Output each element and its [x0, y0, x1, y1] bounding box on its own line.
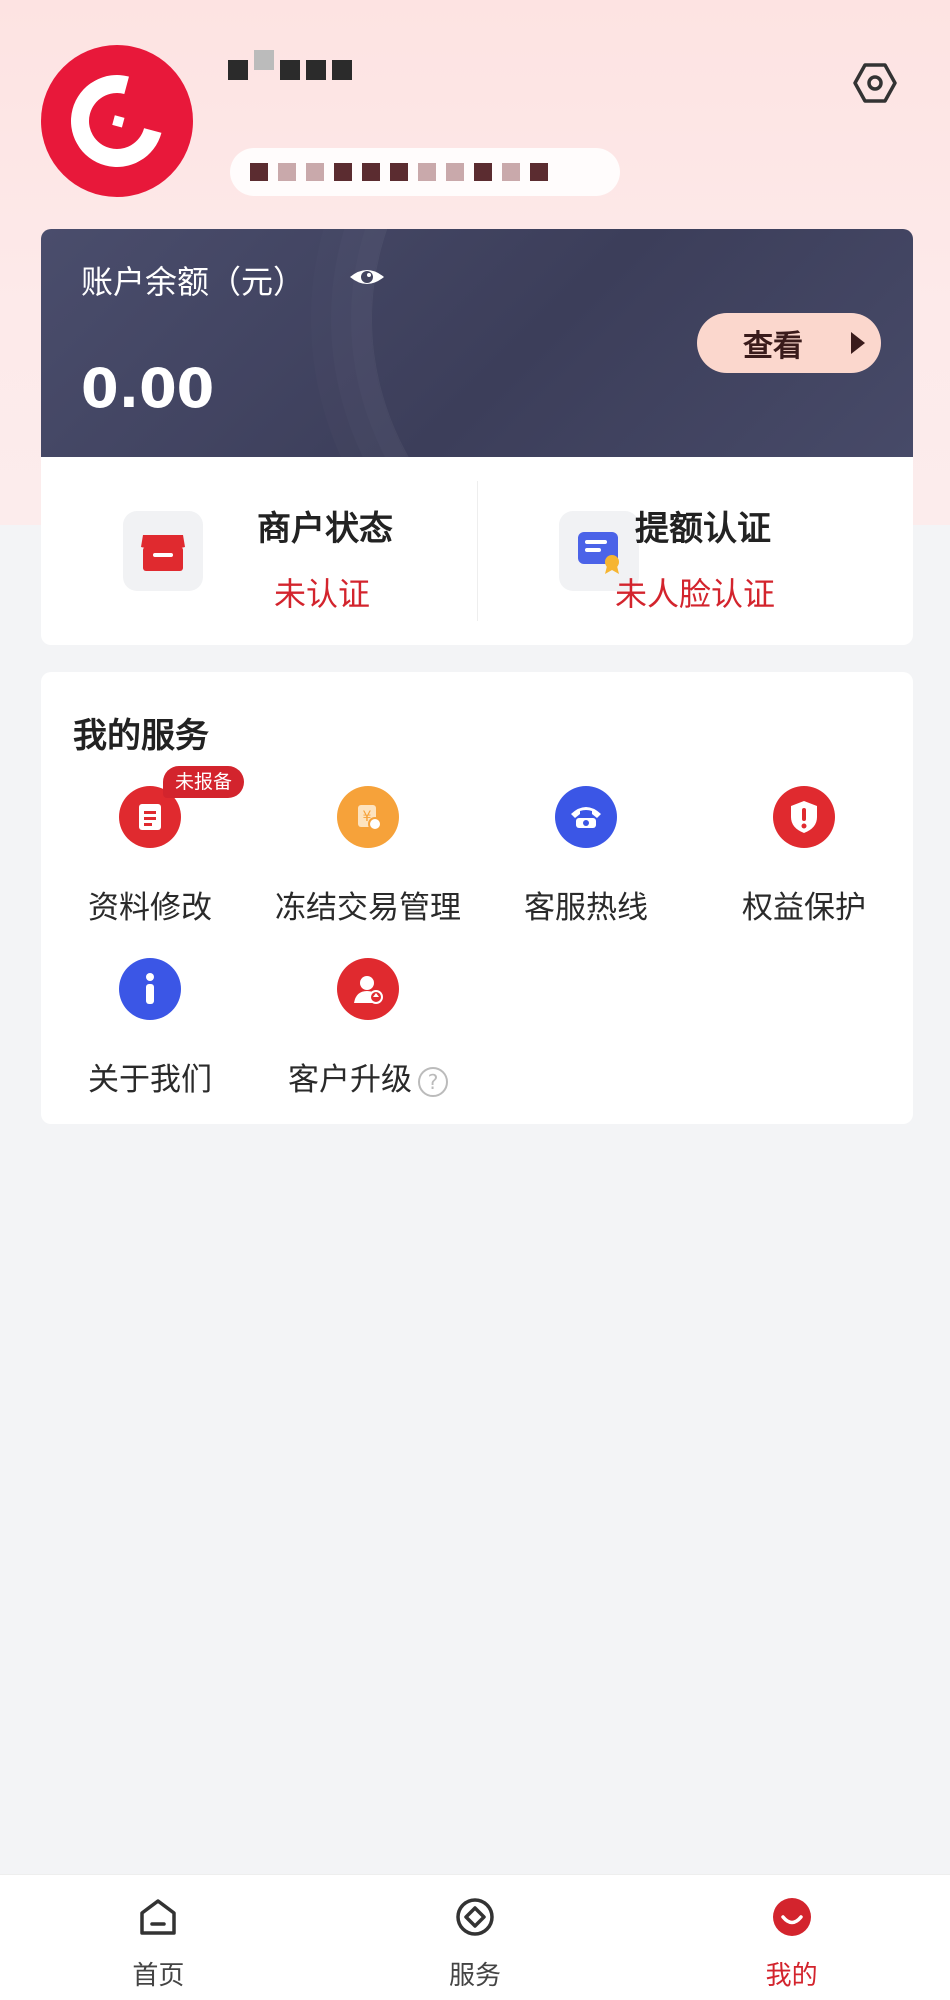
nav-services[interactable]: 服务	[317, 1875, 634, 2000]
service-frozen-transactions[interactable]: ¥ 冻结交易管理	[259, 786, 477, 936]
service-label: 资料修改	[88, 890, 212, 926]
service-label: 关于我们	[88, 1062, 212, 1098]
phone-icon	[555, 786, 617, 848]
merchant-status-title: 商户状态	[257, 509, 393, 549]
service-label: 客服热线	[524, 890, 648, 926]
status-card: 商户状态 未认证 提额认证 未人脸认证	[41, 457, 913, 645]
play-arrow-icon	[851, 332, 865, 354]
bottom-navigation: 首页 服务 我的	[0, 1874, 950, 2000]
nav-services-label: 服务	[449, 1961, 502, 1991]
masked-username	[228, 50, 352, 90]
info-icon	[119, 958, 181, 1020]
service-profile-edit[interactable]: 未报备 资料修改	[41, 766, 259, 936]
user-upgrade-icon	[337, 958, 399, 1020]
nav-mine-label: 我的	[765, 1961, 818, 1991]
limit-certification-value: 未人脸认证	[615, 575, 776, 613]
settings-hex-icon[interactable]	[850, 58, 900, 108]
unreported-badge: 未报备	[163, 766, 245, 798]
avatar[interactable]	[41, 45, 193, 197]
view-button-label: 查看	[743, 329, 803, 364]
eye-icon[interactable]	[347, 257, 387, 297]
merchant-status-value: 未认证	[274, 575, 371, 613]
frozen-yuan-icon: ¥	[337, 786, 399, 848]
services-title: 我的服务	[73, 716, 209, 756]
service-rights-protection[interactable]: 权益保护	[695, 786, 913, 936]
view-balance-button[interactable]: 查看	[697, 313, 881, 373]
service-hotline[interactable]: 客服热线	[477, 786, 695, 936]
nav-home[interactable]: 首页	[0, 1875, 317, 2000]
smile-user-icon	[770, 1895, 814, 1939]
question-help-icon[interactable]: ?	[418, 1066, 448, 1097]
nav-home-label: 首页	[132, 1961, 185, 1991]
nav-mine[interactable]: 我的	[633, 1875, 950, 2000]
balance-label: 账户余额（元）	[81, 263, 306, 301]
shield-alert-icon	[773, 786, 835, 848]
service-customer-upgrade[interactable]: 客户升级?	[259, 958, 477, 1108]
home-icon	[136, 1895, 180, 1939]
my-services-card: 我的服务 未报备 资料修改 ¥ 冻结交易管理 客服热线 权益保护 关于我们 客户…	[41, 672, 913, 1124]
balance-amount: 0.00	[81, 357, 215, 420]
balance-card: 账户余额（元） 0.00 查看	[41, 229, 913, 457]
limit-certification[interactable]: 提额认证 未人脸认证	[477, 457, 913, 645]
service-label: 冻结交易管理	[275, 890, 461, 926]
service-label: 客户升级?	[259, 1054, 477, 1099]
shop-icon	[123, 511, 203, 591]
brand-logo-icon	[54, 58, 180, 184]
merchant-status[interactable]: 商户状态 未认证	[41, 457, 477, 645]
masked-account-info	[230, 148, 620, 196]
profile-page: 账户余额（元） 0.00 查看 商户状态 未认证 提额认证 未人脸认证 我的服务…	[0, 0, 950, 2000]
service-label: 权益保护	[742, 890, 866, 926]
service-label-text: 客户升级	[288, 1062, 412, 1098]
service-about-us[interactable]: 关于我们	[41, 958, 259, 1108]
compass-icon	[453, 1895, 497, 1939]
limit-certification-title: 提额认证	[635, 509, 771, 549]
